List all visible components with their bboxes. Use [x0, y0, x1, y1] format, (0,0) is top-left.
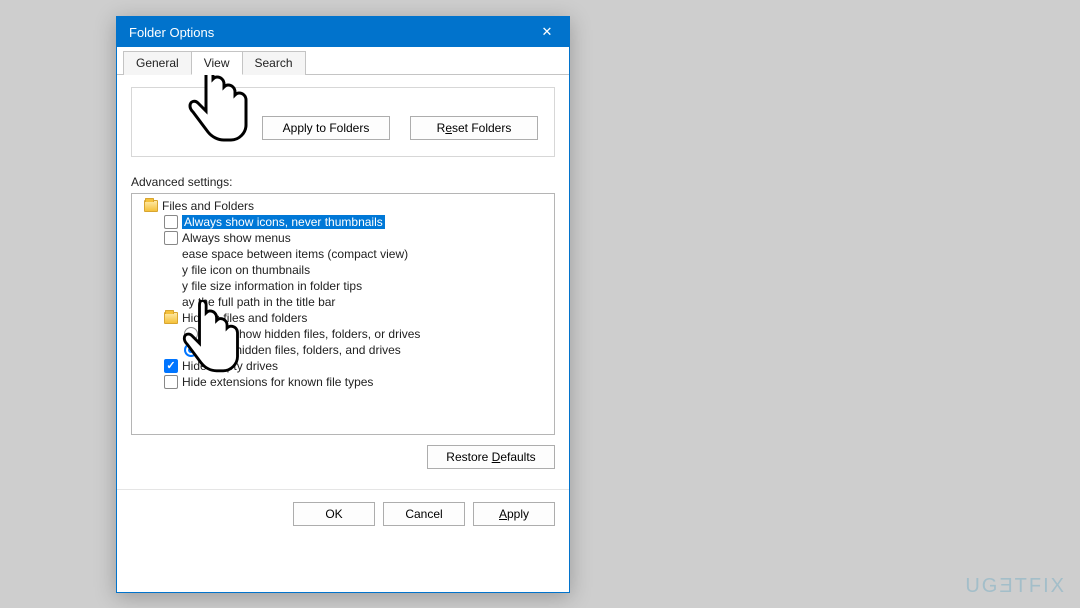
- restore-defaults-button[interactable]: Restore Defaults: [427, 445, 555, 469]
- checkbox-icon[interactable]: [164, 215, 178, 229]
- tab-general[interactable]: General: [123, 51, 192, 75]
- tree-folder-files: Files and Folders: [136, 198, 550, 214]
- apply-to-folders-button[interactable]: Apply to Folders: [262, 116, 390, 140]
- radio-icon[interactable]: [184, 343, 198, 357]
- advanced-settings-tree[interactable]: Files and Folders Always show icons, nev…: [131, 193, 555, 435]
- checkbox-icon[interactable]: [164, 359, 178, 373]
- option-label: Hide empty drives: [182, 359, 278, 373]
- option-label: Always show menus: [182, 231, 291, 245]
- window-title: Folder Options: [129, 25, 214, 40]
- option-hide-empty-drives[interactable]: Hide empty drives: [136, 358, 550, 374]
- option-label: y file icon on thumbnails: [182, 263, 310, 277]
- option-display-icon-thumbnails[interactable]: y file icon on thumbnails: [136, 262, 550, 278]
- apply-button[interactable]: Apply: [473, 502, 555, 526]
- reset-folders-button[interactable]: Reset Folders: [410, 116, 538, 140]
- option-always-menus[interactable]: Always show menus: [136, 230, 550, 246]
- tab-search[interactable]: Search: [242, 51, 306, 75]
- watermark: UGƎTFIX: [965, 575, 1066, 598]
- option-compact-view[interactable]: ease space between items (compact view): [136, 246, 550, 262]
- tab-view[interactable]: View: [191, 51, 243, 75]
- dialog-buttons: OK Cancel Apply: [117, 489, 569, 540]
- tabstrip: General View Search: [117, 47, 569, 75]
- restore-row: Restore Defaults: [131, 445, 555, 469]
- option-label: Don't show hidden files, folders, or dri…: [202, 327, 420, 341]
- tree-folder-hidden: Hidden files and folders: [136, 310, 550, 326]
- checkbox-icon[interactable]: [164, 231, 178, 245]
- client-area: General View Search Apply to Folders Res…: [117, 47, 569, 540]
- option-label: ay the full path in the title bar: [182, 295, 335, 309]
- titlebar: Folder Options ✕: [117, 17, 569, 47]
- close-button[interactable]: ✕: [525, 17, 569, 47]
- radio-show-hidden[interactable]: Show hidden files, folders, and drives: [136, 342, 550, 358]
- cancel-button[interactable]: Cancel: [383, 502, 465, 526]
- advanced-settings-label: Advanced settings:: [131, 175, 555, 189]
- radio-icon[interactable]: [184, 327, 198, 341]
- radio-dont-show-hidden[interactable]: Don't show hidden files, folders, or dri…: [136, 326, 550, 342]
- option-label: ease space between items (compact view): [182, 247, 408, 261]
- option-label: y file size information in folder tips: [182, 279, 362, 293]
- ok-button[interactable]: OK: [293, 502, 375, 526]
- folder-options-dialog: Folder Options ✕ General View Search App…: [116, 16, 570, 593]
- option-label: Hide extensions for known file types: [182, 375, 373, 389]
- tab-panel-view: Apply to Folders Reset Folders Advanced …: [117, 74, 569, 479]
- close-icon: ✕: [542, 24, 553, 40]
- option-display-size-tips[interactable]: y file size information in folder tips: [136, 278, 550, 294]
- folder-icon: [144, 200, 158, 212]
- option-full-path-titlebar[interactable]: ay the full path in the title bar: [136, 294, 550, 310]
- option-label: Show hidden files, folders, and drives: [202, 343, 401, 357]
- option-always-icons[interactable]: Always show icons, never thumbnails: [136, 214, 550, 230]
- option-label: Always show icons, never thumbnails: [182, 215, 385, 229]
- checkbox-icon[interactable]: [164, 375, 178, 389]
- option-hide-extensions[interactable]: Hide extensions for known file types: [136, 374, 550, 390]
- folder-views-group: Apply to Folders Reset Folders: [131, 87, 555, 157]
- folder-icon: [164, 312, 178, 324]
